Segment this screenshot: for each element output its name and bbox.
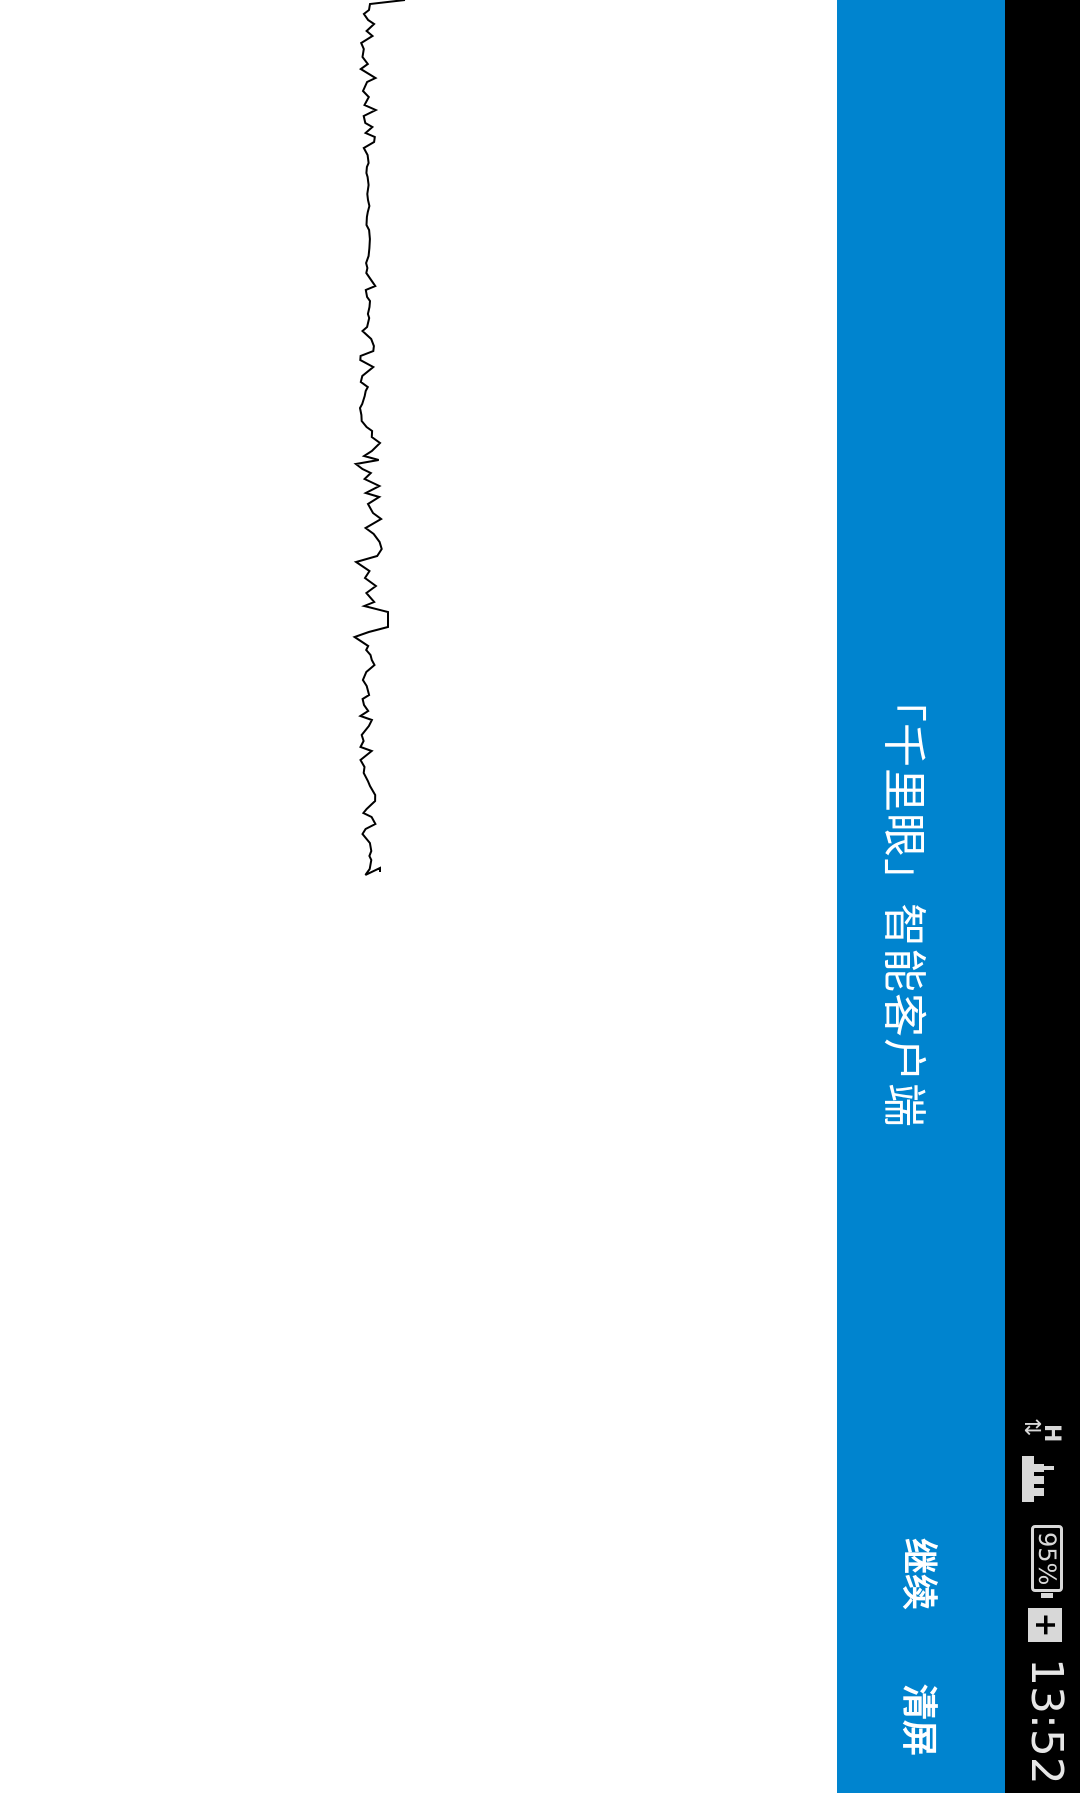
battery-cap [1041, 1593, 1053, 1599]
battery-percent: 95% [1033, 1532, 1061, 1586]
app-title: 「千里眼」智能客户端 [878, 678, 929, 1128]
charging-icon: + [1028, 1608, 1063, 1642]
data-activity-icon: ⇅ [1019, 1418, 1044, 1437]
waveform-trace [352, 0, 406, 876]
signal-strength-icon [1022, 1456, 1054, 1502]
clear-screen-button[interactable]: 清屏 [896, 1684, 948, 1756]
waveform-line [352, 0, 406, 876]
screen: 「千里眼」智能客户端 继续 清屏 H ⇅ 95% + 13:52 [0, 0, 1080, 1793]
continue-button[interactable]: 继续 [896, 1538, 948, 1610]
battery-level: 95% [1031, 1525, 1063, 1593]
status-time: 13:52 [1021, 1658, 1072, 1785]
battery-icon: 95% [1028, 1525, 1066, 1599]
